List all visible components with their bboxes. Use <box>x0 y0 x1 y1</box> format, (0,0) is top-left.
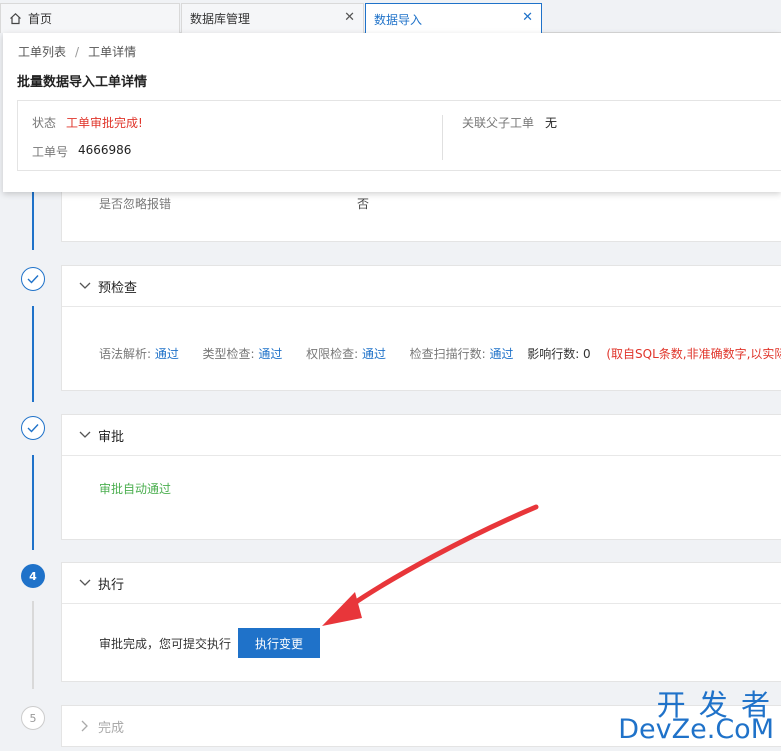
tab-bar: 首页 数据库管理 ✕ 数据导入 ✕ <box>0 0 781 34</box>
breadcrumb: 工单列表 / 工单详情 <box>18 43 136 60</box>
watermark-logo: 开 发 者 DevZe.CoM <box>618 680 780 750</box>
ignore-error-label: 是否忽略报错 <box>99 197 172 211</box>
precheck-title: 预检查 <box>98 280 138 296</box>
execute-change-button[interactable]: 执行变更 <box>238 628 320 658</box>
type-check-link[interactable]: 通过 <box>258 347 282 361</box>
close-icon[interactable]: ✕ <box>344 11 355 25</box>
chevron-down-icon[interactable] <box>78 576 92 590</box>
tab-data-import-label: 数据导入 <box>374 12 423 27</box>
approval-header[interactable]: 审批 <box>62 415 781 456</box>
related-orders-value: 无 <box>545 116 558 130</box>
affected-rows-note: (取自SQL条数,非准确数字,以实际执行 <box>606 347 781 361</box>
home-icon <box>9 12 22 25</box>
type-check-label: 类型检查: <box>202 347 255 361</box>
execute-description: 审批完成，您可提交执行 <box>99 637 232 651</box>
order-number-label: 工单号 <box>32 145 69 159</box>
permission-check-link[interactable]: 通过 <box>362 347 386 361</box>
approval-result: 审批自动通过 <box>99 482 172 496</box>
tab-database-management[interactable]: 数据库管理 ✕ <box>181 3 364 33</box>
complete-title: 完成 <box>98 720 125 736</box>
scan-rows-check-link[interactable]: 通过 <box>490 347 514 361</box>
syntax-check-label: 语法解析: <box>99 347 152 361</box>
info-divider <box>442 115 443 160</box>
step-number-badge: 5 <box>21 706 45 730</box>
approval-title: 审批 <box>98 429 125 445</box>
chevron-right-icon[interactable] <box>78 719 92 733</box>
close-icon[interactable]: ✕ <box>522 11 533 25</box>
step-card-execute: 执行 审批完成，您可提交执行 执行变更 <box>61 562 781 682</box>
syntax-check-link[interactable]: 通过 <box>155 347 179 361</box>
step-done-icon <box>21 416 45 440</box>
order-info-box: 状态 工单审批完成! 工单号 4666986 关联父子工单 无 <box>17 100 781 171</box>
page-title: 批量数据导入工单详情 <box>17 75 148 90</box>
ignore-error-value: 否 <box>357 197 370 211</box>
chevron-down-icon[interactable] <box>78 279 92 293</box>
order-header-card: 工单列表 / 工单详情 批量数据导入工单详情 状态 工单审批完成! 工单号 4666… <box>3 33 781 192</box>
step-done-icon <box>21 267 45 291</box>
status-label: 状态 <box>32 116 57 130</box>
timeline-connector <box>32 455 34 550</box>
breadcrumb-separator: / <box>75 45 80 59</box>
precheck-header[interactable]: 预检查 <box>62 266 781 307</box>
step-card-precheck: 预检查 语法解析: 通过 类型检查: 通过 权限检查: 通过 检查扫描行数: 通… <box>61 265 781 391</box>
step-number-badge: 4 <box>21 564 45 588</box>
chevron-down-icon[interactable] <box>78 428 92 442</box>
tab-home[interactable]: 首页 <box>0 3 180 33</box>
timeline-connector <box>32 306 34 402</box>
step-card-approval: 审批 审批自动通过 <box>61 414 781 540</box>
status-value: 工单审批完成! <box>66 116 143 130</box>
timeline-connector <box>32 192 34 250</box>
breadcrumb-order-detail: 工单详情 <box>88 45 137 59</box>
order-number-value: 4666986 <box>78 143 132 157</box>
breadcrumb-order-list[interactable]: 工单列表 <box>18 45 66 59</box>
tab-database-management-label: 数据库管理 <box>190 12 251 26</box>
precheck-results: 语法解析: 通过 类型检查: 通过 权限检查: 通过 检查扫描行数: 通过 影响… <box>99 345 781 362</box>
execute-title: 执行 <box>98 577 125 593</box>
related-orders-label: 关联父子工单 <box>462 116 535 130</box>
permission-check-label: 权限检查: <box>306 347 359 361</box>
tab-data-import[interactable]: 数据导入 ✕ <box>365 3 542 34</box>
scan-rows-check-label: 检查扫描行数: <box>409 347 486 361</box>
watermark-text-en: DevZe.CoM <box>618 714 774 745</box>
execute-header[interactable]: 执行 <box>62 563 781 604</box>
affected-rows: 影响行数: 0 <box>527 347 591 361</box>
tab-home-label: 首页 <box>28 12 53 26</box>
timeline-connector <box>32 601 34 689</box>
